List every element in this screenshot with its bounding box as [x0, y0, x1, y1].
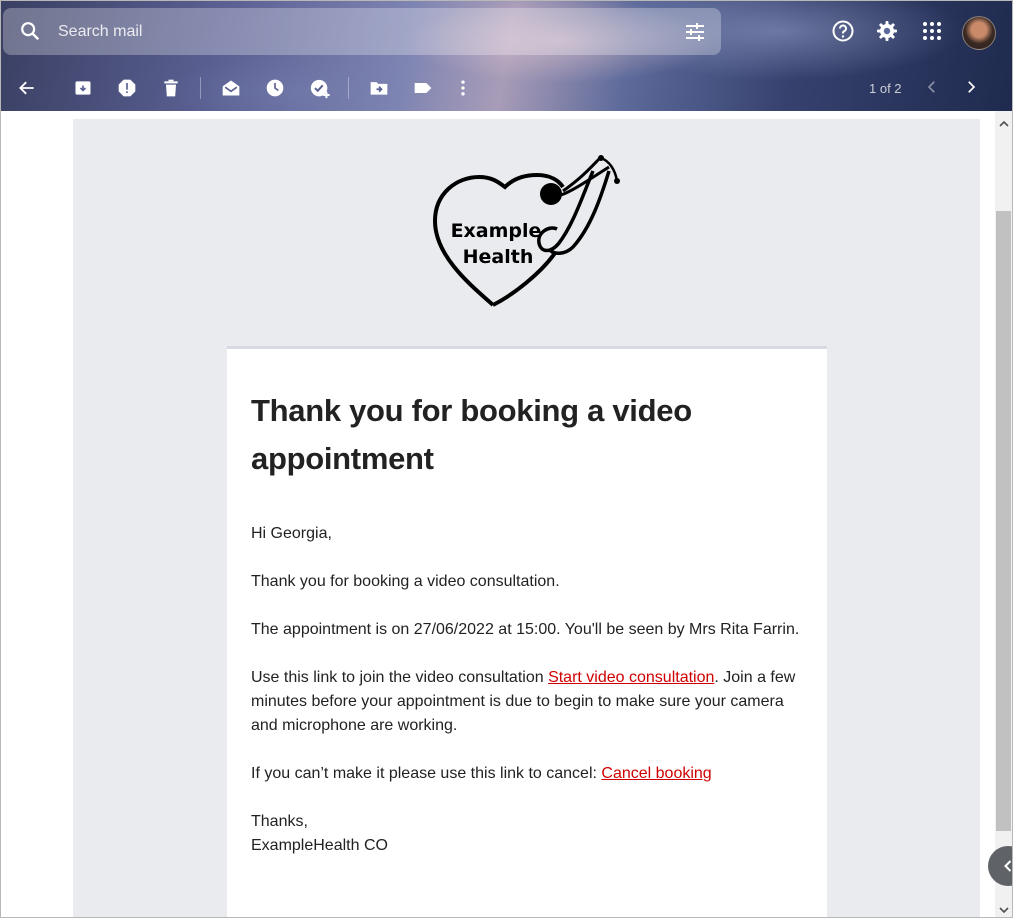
- vertical-scrollbar[interactable]: [995, 111, 1012, 917]
- delete-trash-icon[interactable]: [161, 78, 181, 103]
- email-paragraph: Thank you for booking a video consultati…: [251, 573, 560, 590]
- archive-icon[interactable]: [73, 78, 93, 103]
- pager-count: 1 of 2: [869, 81, 902, 96]
- email-greeting: Hi Georgia,: [251, 525, 332, 542]
- apps-grid-icon[interactable]: [920, 19, 944, 48]
- email-sender-signature: ExampleHealth CO: [251, 837, 388, 854]
- email-cancel-paragraph: If you can’t make it please use this lin…: [251, 762, 811, 786]
- top-bar: Search mail 1 of 2: [1, 1, 1012, 111]
- example-health-logo: Example Health: [432, 155, 623, 316]
- newer-chevron-left-icon[interactable]: [923, 78, 941, 101]
- toolbar-divider: [348, 77, 349, 99]
- scrollbar-thumb[interactable]: [996, 211, 1011, 831]
- email-body-background: Example Health Thank you for booking a v…: [73, 119, 980, 917]
- email-appointment-details: The appointment is on 27/06/2022 at 15:0…: [251, 621, 800, 638]
- cancel-text-prefix: If you can’t make it please use this lin…: [251, 765, 602, 782]
- gmail-window: Search mail 1 of 2 Example Health Thank …: [0, 0, 1013, 918]
- account-avatar[interactable]: [962, 16, 996, 50]
- settings-gear-icon[interactable]: [875, 19, 899, 48]
- search-options-icon[interactable]: [683, 20, 707, 49]
- label-tag-icon[interactable]: [413, 78, 433, 103]
- move-to-folder-icon[interactable]: [369, 78, 389, 103]
- mark-unread-icon[interactable]: [221, 78, 241, 103]
- search-box[interactable]: Search mail: [3, 8, 721, 55]
- scroll-down-arrow-icon[interactable]: [999, 901, 1009, 917]
- email-title: Thank you for booking a video appointmen…: [251, 393, 692, 476]
- join-text-prefix: Use this link to join the video consulta…: [251, 669, 549, 686]
- add-to-tasks-icon[interactable]: [309, 78, 331, 105]
- snooze-clock-icon[interactable]: [265, 78, 285, 103]
- toolbar-divider: [200, 77, 201, 99]
- logo-text-line2: Health: [463, 246, 534, 268]
- more-options-icon[interactable]: [453, 78, 473, 103]
- logo-text-line1: Example: [451, 220, 542, 242]
- side-panel-toggle-button[interactable]: [988, 846, 1012, 886]
- search-icon[interactable]: [19, 20, 41, 47]
- scroll-up-arrow-icon[interactable]: [999, 115, 1009, 133]
- help-icon[interactable]: [831, 19, 855, 48]
- back-arrow-icon[interactable]: [17, 78, 37, 103]
- email-content-card: Thank you for booking a video appointmen…: [227, 346, 827, 917]
- start-video-consultation-link[interactable]: Start video consultation: [548, 669, 714, 686]
- older-chevron-right-icon[interactable]: [962, 78, 980, 101]
- search-input[interactable]: Search mail: [58, 23, 142, 41]
- email-signoff: Thanks,: [251, 813, 308, 830]
- report-spam-icon[interactable]: [117, 78, 137, 103]
- cancel-booking-link[interactable]: Cancel booking: [601, 765, 711, 782]
- email-join-paragraph: Use this link to join the video consulta…: [251, 666, 811, 738]
